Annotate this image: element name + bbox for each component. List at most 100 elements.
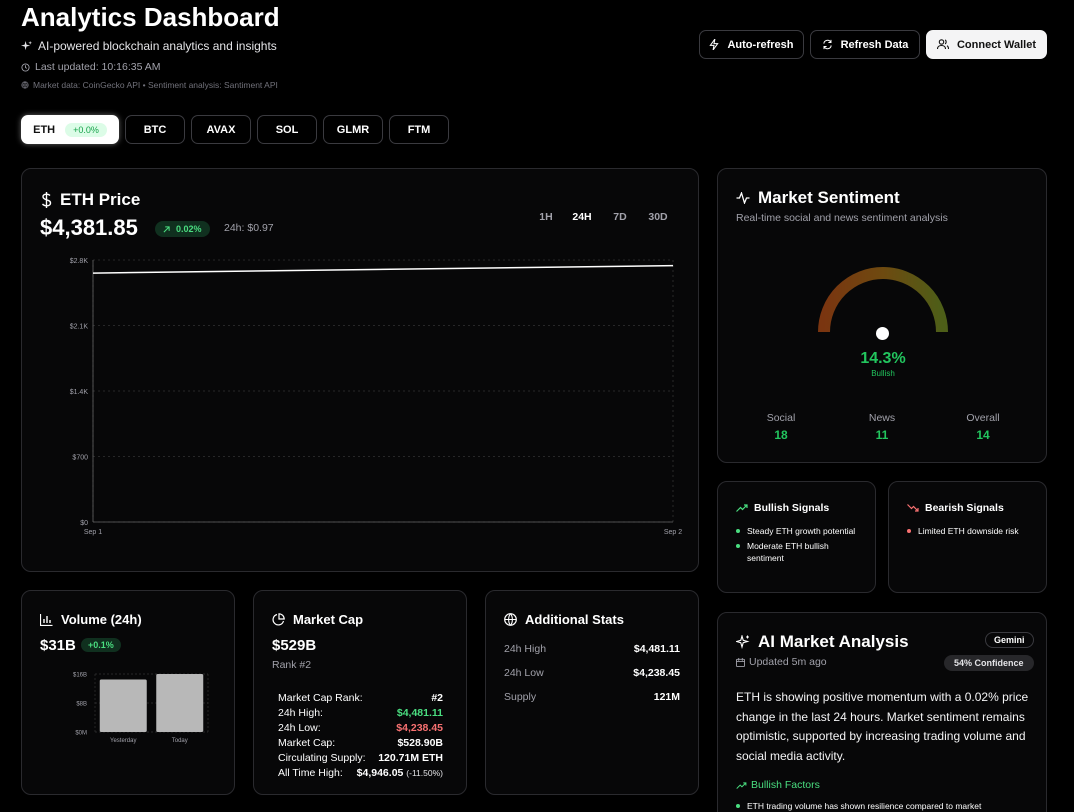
token-tab-label: GLMR (336, 123, 370, 136)
token-tab-eth[interactable]: ETH +0.0% (21, 115, 119, 144)
volume-title: Volume (24h) (40, 612, 142, 627)
stat-value: 11 (875, 428, 889, 442)
refresh-data-label: Refresh Data (840, 38, 909, 51)
gauge-needle-dot (876, 327, 889, 340)
price-change-badge: 0.02% (155, 221, 210, 237)
bearish-signals-title-text: Bearish Signals (925, 502, 1004, 514)
refresh-data-button[interactable]: Refresh Data (810, 30, 920, 59)
sentiment-stat-social: Social 18 (746, 412, 816, 442)
x-tick-label: Yesterday (110, 738, 136, 744)
detail-value: $4,946.05 (356, 767, 404, 779)
bullish-signals-card: Bullish Signals Steady ETH growth potent… (717, 481, 876, 593)
detail-value: $4,481.11 (396, 707, 443, 719)
stat-label: News (868, 412, 896, 424)
price-card-title-text: ETH Price (60, 190, 141, 209)
volume-chart: $0M $8B $16B Yesterday Today (73, 673, 209, 744)
token-tab-label: AVAX (206, 123, 236, 136)
market-cap-rank: Rank #2 (272, 659, 312, 671)
stat-row: 24h High $4,481.11 (504, 643, 680, 667)
users-icon (936, 39, 949, 50)
y-tick-label: $700 (72, 455, 88, 462)
stat-value: 18 (774, 428, 788, 442)
x-tick-label: Sep 2 (664, 529, 682, 536)
globe-icon (21, 81, 29, 89)
stat-row: Supply 121M (504, 691, 680, 715)
connect-wallet-button[interactable]: Connect Wallet (926, 30, 1047, 59)
detail-label: 24h Low: (278, 722, 321, 734)
confidence-badge: 54% Confidence (944, 655, 1034, 671)
auto-refresh-label: Auto-refresh (727, 38, 794, 51)
detail-row: Market Cap: $528.90B (278, 737, 443, 752)
y-tick-label: $16B (73, 673, 87, 679)
page-subtitle: AI-powered blockchain analytics and insi… (38, 39, 277, 53)
stat-value: 121M (653, 691, 680, 703)
detail-row: All Time High: $4,946.05 (-11.50%) (278, 767, 443, 782)
volume-value: $31B (40, 637, 76, 654)
bearish-signals-list: Limited ETH downside risk (907, 525, 1042, 537)
detail-label: Market Cap: (278, 737, 336, 749)
price-card: ETH Price $4,381.85 0.02% 24h: $0.97 1H … (21, 168, 699, 572)
additional-stats-title-text: Additional Stats (525, 612, 624, 627)
y-tick-label: $2.8K (70, 258, 89, 265)
range-30d[interactable]: 30D (635, 210, 681, 224)
detail-row: 24h High: $4,481.11 (278, 707, 443, 722)
range-1h[interactable]: 1H (533, 210, 559, 224)
detail-row: 24h Low: $4,238.45 (278, 722, 443, 737)
range-7d[interactable]: 7D (605, 210, 635, 224)
volume-change-badge: +0.1% (81, 638, 121, 652)
signal-text: Steady ETH growth potential (747, 526, 856, 536)
stat-label: Overall (966, 412, 1000, 424)
trending-down-icon (907, 504, 919, 512)
token-tab-avax[interactable]: AVAX (191, 115, 251, 144)
list-item: Limited ETH downside risk (907, 525, 1042, 537)
volume-bar (99, 679, 147, 732)
sentiment-title-text: Market Sentiment (758, 188, 900, 207)
x-tick-label: Sep 1 (84, 529, 102, 536)
bullish-signals-list: Steady ETH growth potential Moderate ETH… (736, 525, 866, 564)
range-24h[interactable]: 24H (559, 210, 605, 224)
token-tab-sol[interactable]: SOL (257, 115, 317, 144)
activity-icon (736, 192, 750, 204)
signal-text: Moderate ETH bullish sentiment (747, 541, 829, 563)
token-tab-ftm[interactable]: FTM (389, 115, 449, 144)
y-tick-label: $0M (75, 731, 87, 737)
y-tick-label: $2.1K (70, 324, 89, 331)
token-tab-glmr[interactable]: GLMR (323, 115, 383, 144)
stat-value: $4,481.11 (633, 643, 680, 655)
bullish-factors-title: Bullish Factors (736, 779, 820, 791)
bullet-dot (907, 529, 911, 533)
pie-chart-icon (272, 613, 285, 626)
auto-refresh-button[interactable]: Auto-refresh (699, 30, 804, 59)
sparkles-icon (21, 40, 32, 52)
trending-up-icon (736, 781, 747, 789)
ai-analysis-title-text: AI Market Analysis (758, 632, 909, 651)
additional-stats-title: Additional Stats (504, 612, 624, 627)
model-badge: Gemini (985, 632, 1034, 648)
price-chart: $0 $700 $1.4K $2.1K $2.8K Sep 1 Sep 2 (70, 258, 683, 536)
token-tab-btc[interactable]: BTC (125, 115, 185, 144)
sparkles-icon (736, 635, 750, 649)
bearish-signals-card: Bearish Signals Limited ETH downside ris… (888, 481, 1047, 593)
updated-text: Updated 5m ago (749, 656, 827, 668)
y-tick-label: $1.4K (70, 389, 89, 396)
price-change-abs: 24h: $0.97 (224, 222, 274, 234)
volume-bar (156, 674, 204, 732)
price-change-value: 0.02% (176, 224, 202, 234)
calendar-icon (736, 657, 745, 667)
bullish-signals-title-text: Bullish Signals (754, 502, 830, 514)
clock-icon (21, 62, 30, 72)
bar-chart-icon (40, 613, 53, 626)
dollar-icon (41, 192, 52, 208)
signal-text: Limited ETH downside risk (918, 526, 1019, 536)
stat-row: 24h Low $4,238.45 (504, 667, 680, 691)
factor-item: ETH trading volume has shown resilience … (736, 801, 981, 811)
analysis-body: ETH is showing positive momentum with a … (736, 690, 1029, 763)
additional-stats-rows: 24h High $4,481.11 24h Low $4,238.45 Suppl… (504, 643, 680, 715)
x-tick-label: Today (172, 738, 188, 744)
trending-up-icon (736, 504, 748, 512)
sentiment-card: Market Sentiment Real-time social and ne… (717, 168, 1047, 463)
bearish-signals-title: Bearish Signals (907, 502, 1004, 514)
detail-row: Market Cap Rank: #2 (278, 692, 443, 707)
refresh-icon (822, 39, 833, 50)
sources-row: Market data: CoinGecko API • Sentiment a… (21, 80, 278, 90)
